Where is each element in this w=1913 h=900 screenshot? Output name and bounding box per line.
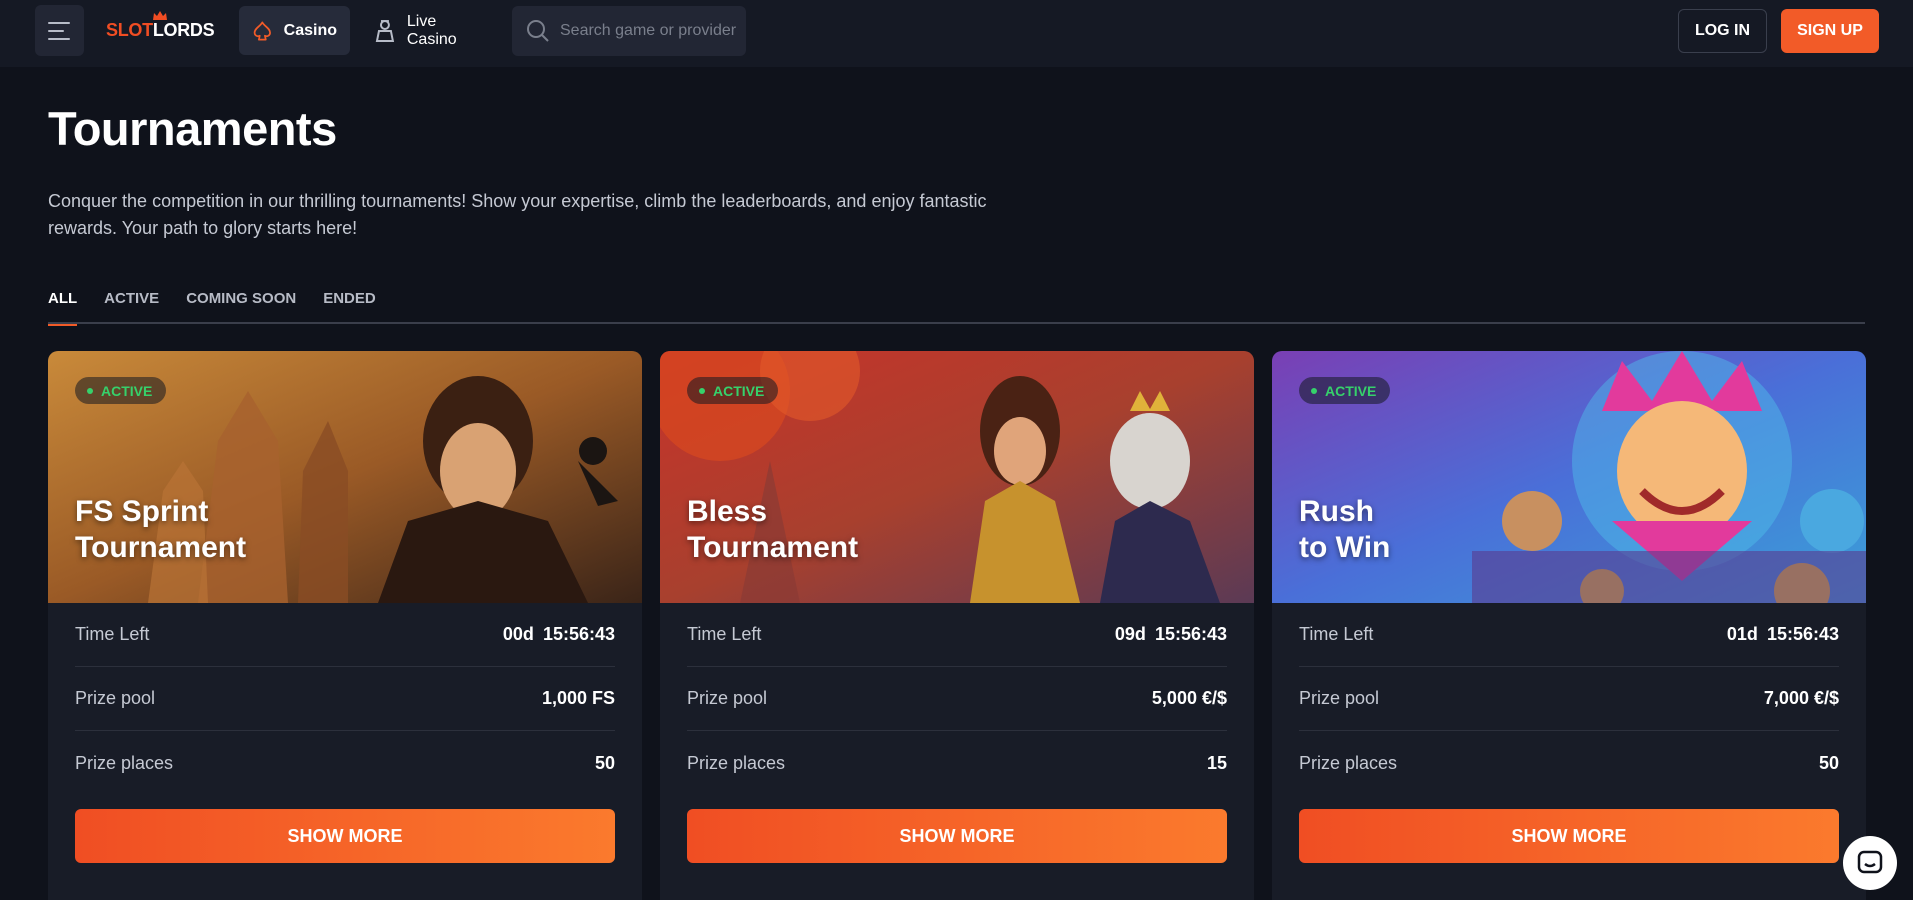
prize-places-row: Prize places 15 <box>687 731 1227 795</box>
search-icon <box>527 20 549 42</box>
tournament-title-line2: to Win <box>1299 531 1391 564</box>
login-button[interactable]: LOG IN <box>1678 9 1767 53</box>
prize-pool-label: Prize pool <box>75 688 156 708</box>
tournament-tabs: ALL ACTIVE COMING SOON ENDED <box>48 284 1865 326</box>
show-more-button[interactable]: SHOW MORE <box>687 809 1227 863</box>
prize-pool-label: Prize pool <box>687 688 768 708</box>
tab-active[interactable]: ACTIVE <box>104 284 159 324</box>
time-days: 09d <box>1114 624 1146 644</box>
show-more-button[interactable]: SHOW MORE <box>75 809 615 863</box>
signup-button[interactable]: SIGN UP <box>1781 9 1879 53</box>
prize-pool-label: Prize pool <box>1299 688 1380 708</box>
spade-icon <box>253 21 271 40</box>
time-left-label: Time Left <box>1299 624 1374 644</box>
prize-places-label: Prize places <box>1299 752 1398 773</box>
tournament-details: Time Left 01d 15:56:43 Prize pool 7,000 €… <box>1272 603 1866 863</box>
tournament-title: FS Sprint Tournament <box>75 494 246 566</box>
menu-button[interactable] <box>35 5 84 56</box>
logo-slot: SLOT <box>106 20 153 40</box>
tournament-card: ACTIVE FS Sprint Tournament Time Left 00… <box>48 351 642 900</box>
tournament-card: ACTIVE Rush to Win Time Left 01d 15:56:43… <box>1272 351 1866 900</box>
nav-live-casino-label: Live Casino <box>406 12 457 48</box>
search-input[interactable] <box>560 22 740 40</box>
time-left-label: Time Left <box>75 624 150 644</box>
time-left-value: 01d 15:56:43 <box>1727 624 1839 645</box>
tab-coming-soon[interactable]: COMING SOON <box>186 284 296 324</box>
tournament-title-line1: Rush <box>1299 495 1374 528</box>
chat-icon <box>1857 850 1883 874</box>
page-title: Tournaments <box>48 102 337 155</box>
prize-places-value: 15 <box>1206 752 1227 773</box>
tournament-title: Rush to Win <box>1299 494 1390 566</box>
prize-places-row: Prize places 50 <box>75 731 615 795</box>
prize-pool-value: 5,000 €/$ <box>1151 688 1227 708</box>
time-left-row: Time Left 01d 15:56:43 <box>1299 603 1839 667</box>
tournament-title-line1: FS Sprint <box>75 495 209 528</box>
show-more-button[interactable]: SHOW MORE <box>1299 809 1839 863</box>
prize-places-label: Prize places <box>75 752 174 773</box>
tournament-details: Time Left 09d 15:56:43 Prize pool 5,000 €… <box>660 603 1254 863</box>
time-clock: 15:56:43 <box>1766 624 1839 644</box>
nav-live-casino[interactable]: Live Casino <box>361 6 503 55</box>
time-left-value: 00d 15:56:43 <box>503 624 615 645</box>
prize-pool-value: 7,000 €/$ <box>1763 688 1839 708</box>
time-left-row: Time Left 09d 15:56:43 <box>687 603 1227 667</box>
tournament-banner[interactable]: ACTIVE FS Sprint Tournament <box>48 351 642 603</box>
time-clock: 15:56:43 <box>542 624 615 644</box>
menu-icon-line <box>48 29 64 32</box>
status-badge: ACTIVE <box>1299 377 1391 404</box>
tournament-title: Bless Tournament <box>687 494 858 566</box>
logo[interactable]: SLOTLORDS <box>106 11 215 41</box>
prize-pool-value: 1,000 FS <box>541 688 615 708</box>
status-text: ACTIVE <box>713 382 765 399</box>
search-box[interactable] <box>512 6 746 56</box>
prize-places-value: 50 <box>1818 752 1839 773</box>
menu-icon-line <box>48 37 70 40</box>
tab-all[interactable]: ALL <box>48 284 78 326</box>
status-text: ACTIVE <box>1325 382 1377 399</box>
page-description: Conquer the competition in our thrilling… <box>48 191 987 238</box>
time-left-value: 09d 15:56:43 <box>1115 624 1227 645</box>
status-badge: ACTIVE <box>687 377 779 404</box>
prize-places-value: 50 <box>594 752 615 773</box>
time-left-label: Time Left <box>687 624 762 644</box>
tournament-title-line2: Tournament <box>687 531 859 564</box>
prize-pool-row: Prize pool 7,000 €/$ <box>1299 667 1839 731</box>
status-badge: ACTIVE <box>75 377 167 404</box>
tournament-details: Time Left 00d 15:56:43 Prize pool 1,000 F… <box>48 603 642 863</box>
top-header: SLOTLORDS Casino Live Casino LOG IN SIGN… <box>0 0 1913 67</box>
tournament-banner[interactable]: ACTIVE Rush to Win <box>1272 351 1866 603</box>
tournament-banner[interactable]: ACTIVE Bless Tournament <box>660 351 1254 603</box>
status-text: ACTIVE <box>101 382 153 399</box>
time-clock: 15:56:43 <box>1154 624 1227 644</box>
tournament-card: ACTIVE Bless Tournament Time Left 09d 15:… <box>660 351 1254 900</box>
status-dot <box>1311 387 1317 394</box>
dealer-icon <box>375 19 395 42</box>
prize-places-row: Prize places 50 <box>1299 731 1839 795</box>
time-left-row: Time Left 00d 15:56:43 <box>75 603 615 667</box>
nav-casino[interactable]: Casino <box>239 6 350 55</box>
logo-lords: LORDS <box>152 20 215 40</box>
tournament-title-line2: Tournament <box>75 531 247 564</box>
tab-ended[interactable]: ENDED <box>323 284 376 324</box>
prize-places-label: Prize places <box>687 752 786 773</box>
menu-icon-line <box>48 21 70 24</box>
prize-pool-row: Prize pool 5,000 €/$ <box>687 667 1227 731</box>
time-days: 00d <box>502 624 534 644</box>
nav-casino-label: Casino <box>283 21 337 39</box>
prize-pool-row: Prize pool 1,000 FS <box>75 667 615 731</box>
tournament-title-line1: Bless <box>687 495 768 528</box>
crown-icon <box>153 11 167 20</box>
status-dot <box>87 387 93 394</box>
status-dot <box>699 387 705 394</box>
time-days: 01d <box>1726 624 1758 644</box>
chat-button[interactable] <box>1843 836 1897 890</box>
